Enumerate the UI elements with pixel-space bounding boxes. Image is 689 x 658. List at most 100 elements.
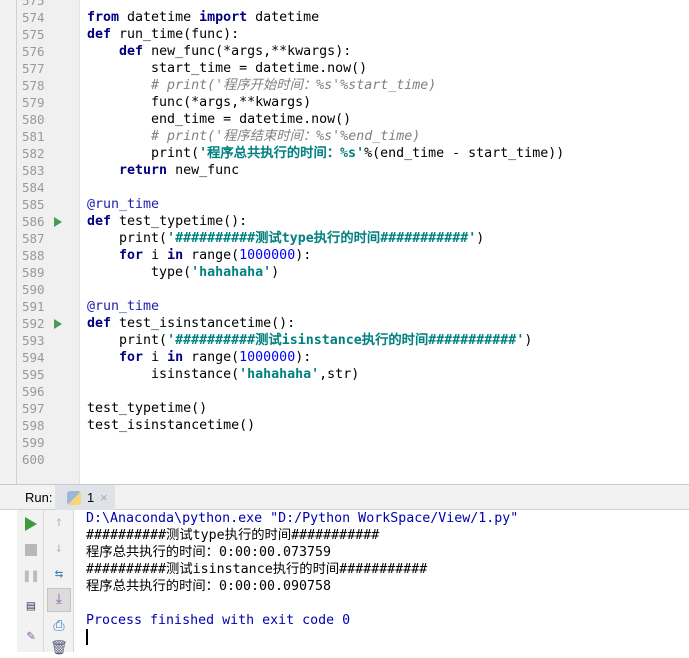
code-line[interactable]: 585 @run_time [0,196,689,213]
code-line[interactable]: 588 for i in range(1000000): [0,247,689,264]
arrow-up-icon: ↑ [54,514,64,530]
code-token: '程序总共执行的时间：%s' [199,146,365,161]
code-text: end_time = datetime.now() [87,111,351,128]
code-token: def [119,44,144,59]
line-number: 594 [22,350,45,365]
code-token: return [119,163,168,178]
code-line[interactable]: 595 isinstance('hahahaha',str) [0,366,689,383]
code-line[interactable]: 584 [0,179,689,196]
console-line: ##########测试isinstance执行的时间########### [86,562,428,577]
run-gutter-icon[interactable] [54,319,62,329]
code-token: %(end_time - start_time)) [364,146,565,161]
soft-wrap-button[interactable]: ⇆ [49,564,69,584]
code-token: ) [524,333,533,348]
scroll-to-end-button[interactable]: ⤓ [47,588,71,612]
code-token: datetime [119,10,200,25]
code-token: datetime [247,10,320,25]
code-line[interactable]: 599 [0,434,689,451]
code-line[interactable]: 579 func(*args,**kwargs) [0,94,689,111]
pause-button[interactable]: ❚❚ [21,566,41,586]
print-button[interactable]: ⎙ [49,616,69,636]
code-token: 'hahahaha' [239,367,320,382]
code-token: ): [295,248,312,263]
code-line[interactable]: 581 # print('程序结束时间：%s'%end_time) [0,128,689,145]
code-line[interactable]: 590 [0,281,689,298]
code-text: # print('程序开始时间：%s'%start_time) [87,77,436,94]
code-token: def [87,214,112,229]
code-line[interactable]: 583 return new_func [0,162,689,179]
code-token: isinstance( [87,367,240,382]
code-line[interactable]: 594 for i in range(1000000): [0,349,689,366]
line-number: 593 [22,333,45,348]
code-line[interactable]: 575 [0,0,689,9]
code-token: i [143,248,168,263]
line-number: 586 [22,214,45,229]
code-line[interactable]: 587 print('##########测试type执行的时间########… [0,230,689,247]
play-icon [25,517,37,531]
code-line[interactable]: 576 def new_func(*args,**kwargs): [0,43,689,60]
layout-icon: ▤ [26,598,36,614]
code-text: type('hahahaha') [87,264,279,281]
pause-icon: ❚❚ [22,568,40,584]
scroll-up-button[interactable]: ↑ [49,512,69,532]
code-text: test_typetime() [87,400,207,417]
code-token: print( [87,146,200,161]
close-tab-icon[interactable]: × [100,490,108,505]
pin-button[interactable]: ✎ [21,626,41,646]
code-line[interactable]: 600 [0,451,689,468]
print-icon: ⎙ [53,618,65,634]
code-token: for [119,350,144,365]
layout-button[interactable]: ▤ [21,596,41,616]
code-line[interactable]: 597 test_typetime() [0,400,689,417]
code-text: def test_typetime(): [87,213,247,230]
console-line: 程序总共执行的时间：0:00:00.073759 [86,545,332,560]
code-token: test_isinstancetime() [87,418,256,433]
code-text: for i in range(1000000): [87,247,311,264]
code-token: '##########测试type执行的时间###########' [167,231,477,246]
line-number: 575 [22,27,45,42]
code-text: func(*args,**kwargs) [87,94,311,111]
code-text: print('##########测试type执行的时间###########'… [87,230,484,247]
clear-button[interactable]: 🗑 [49,638,69,658]
line-number: 584 [22,180,45,195]
code-line[interactable]: 574 from datetime import datetime [0,9,689,26]
run-gutter-icon[interactable] [54,217,62,227]
line-number: 599 [22,435,45,450]
line-number: 595 [22,367,45,382]
code-line[interactable]: 575 def run_time(func): [0,26,689,43]
code-token: print( [87,333,168,348]
line-number: 580 [22,112,45,127]
code-token: '##########测试isinstance执行的时间###########' [167,333,525,348]
scroll-to-end-icon: ⤓ [55,591,63,607]
code-text: def new_func(*args,**kwargs): [87,43,351,60]
line-number: 592 [22,316,45,331]
code-line[interactable]: 577 start_time = datetime.now() [0,60,689,77]
code-token: # print('程序开始时间：%s'%start_time) [87,78,437,93]
code-token: ): [295,350,312,365]
scroll-down-button[interactable]: ↓ [49,538,69,558]
code-token: ) [476,231,485,246]
code-line[interactable]: 580 end_time = datetime.now() [0,111,689,128]
code-token: in [167,248,184,263]
code-line[interactable]: 593 print('##########测试isinstance执行的时间##… [0,332,689,349]
code-line[interactable]: 578 # print('程序开始时间：%s'%start_time) [0,77,689,94]
code-text: for i in range(1000000): [87,349,311,366]
code-line[interactable]: 589 type('hahahaha') [0,264,689,281]
code-line[interactable]: 582 print('程序总共执行的时间：%s'%(end_time - sta… [0,145,689,162]
code-token: func(*args,**kwargs) [87,95,312,110]
code-line[interactable]: 591 @run_time [0,298,689,315]
text-caret [86,629,88,645]
run-tab-1[interactable]: 1 × [55,485,115,510]
code-line[interactable]: 592 def test_isinstancetime(): [0,315,689,332]
console-output[interactable]: D:\Anaconda\python.exe "D:/Python WorkSp… [86,510,518,646]
code-line[interactable]: 596 [0,383,689,400]
code-line[interactable]: 586 def test_typetime(): [0,213,689,230]
rerun-button[interactable] [21,514,41,534]
code-editor[interactable]: 575 574 from datetime import datetime 575 de… [0,0,689,484]
code-line[interactable]: 598 test_isinstancetime() [0,417,689,434]
code-token: run_time(func): [111,27,240,42]
stop-button[interactable] [21,540,41,560]
